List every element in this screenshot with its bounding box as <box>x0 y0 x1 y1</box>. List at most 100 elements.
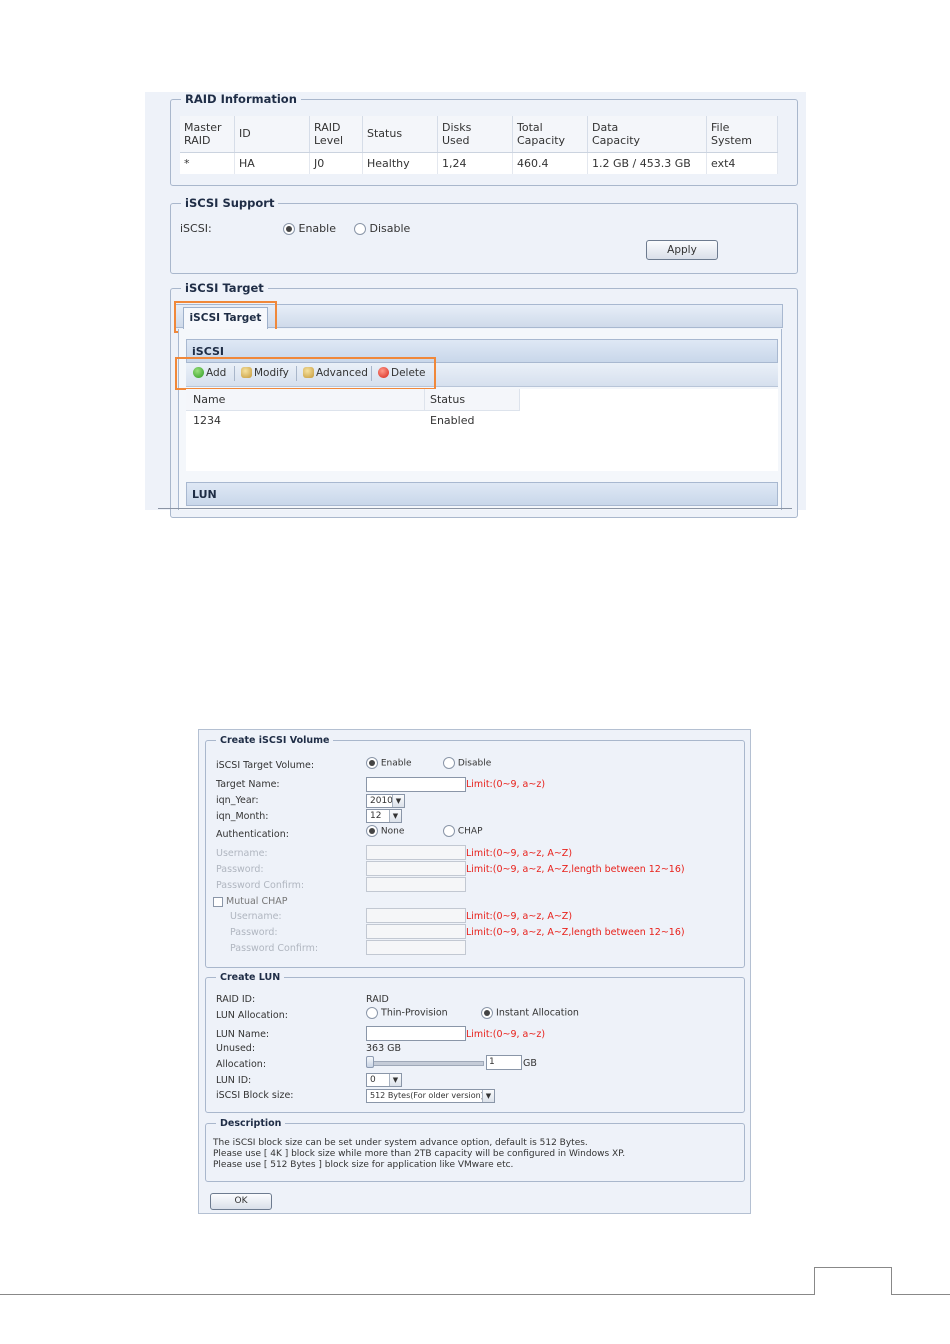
cell-status: Healthy <box>362 152 438 174</box>
mutual-username-limit: Limit:(0~9, a~z, A~Z) <box>466 911 573 922</box>
auth-none-label: None <box>380 826 405 837</box>
auth-none-radio[interactable] <box>366 825 378 837</box>
page-number-box <box>814 1267 892 1295</box>
username-input[interactable] <box>366 845 466 860</box>
iqn-year-value: 2010 <box>370 796 393 806</box>
allocation-unit: GB <box>523 1058 537 1069</box>
instant-allocation-option[interactable]: Instant Allocation <box>481 1007 579 1019</box>
volume-disable-option[interactable]: Disable <box>443 757 491 769</box>
thin-provision-option[interactable]: Thin-Provision <box>366 1007 448 1019</box>
footer-rule <box>891 1294 950 1295</box>
mutual-password-input[interactable] <box>366 924 466 939</box>
col-id: ID <box>234 116 310 153</box>
target-grid-header: Name Status <box>186 389 520 411</box>
toolbar-highlight <box>175 357 436 390</box>
chevron-down-icon: ▼ <box>482 1090 494 1102</box>
lun-name-limit: Limit:(0~9, a~z) <box>466 1029 546 1040</box>
target-grid: Name Status 1234 Enabled <box>186 389 778 471</box>
iscsi-enable-radio[interactable] <box>283 223 295 235</box>
lun-name-input[interactable] <box>366 1026 466 1041</box>
iscsi-enable-option[interactable]: Enable <box>283 222 336 235</box>
allocation-input[interactable]: 1 <box>486 1055 522 1070</box>
thin-provision-label: Thin-Provision <box>381 1007 448 1019</box>
footer-rule <box>0 1294 815 1295</box>
raid-table: Master RAID ID RAID Level Status Disks Used… <box>180 116 778 174</box>
target-status-cell: Enabled <box>430 414 475 427</box>
auth-chap-label: CHAP <box>457 826 483 837</box>
lun-name-label: LUN Name: <box>216 1029 270 1040</box>
mutual-chap-checkbox-row[interactable]: Mutual CHAP <box>213 896 287 907</box>
volume-disable-label: Disable <box>457 758 492 769</box>
screenshot-bottom-border <box>158 508 792 509</box>
lun-id-value: 0 <box>370 1075 376 1085</box>
allocation-slider-handle[interactable] <box>366 1056 374 1068</box>
col-target-status: Status <box>430 393 466 406</box>
auth-none-option[interactable]: None <box>366 825 404 837</box>
col-divider <box>424 389 425 410</box>
iqn-month-label: iqn_Month: <box>216 811 269 822</box>
iqn-month-select[interactable]: 12 ▼ <box>366 809 402 823</box>
target-volume-label: iSCSI Target Volume: <box>216 760 315 771</box>
volume-disable-radio[interactable] <box>443 757 455 769</box>
block-size-select[interactable]: 512 Bytes(For older version) ▼ <box>366 1089 495 1103</box>
raid-id-value: RAID <box>366 994 389 1005</box>
instant-allocation-radio[interactable] <box>481 1007 493 1019</box>
description-line-1: The iSCSI block size can be set under sy… <box>213 1138 588 1148</box>
iscsi-disable-radio[interactable] <box>354 223 366 235</box>
target-name-label: Target Name: <box>216 779 280 790</box>
allocation-slider-track[interactable] <box>369 1061 484 1066</box>
mutual-username-input[interactable] <box>366 908 466 923</box>
create-volume-legend: Create iSCSI Volume <box>220 735 330 746</box>
auth-chap-option[interactable]: CHAP <box>443 825 483 837</box>
password-confirm-input[interactable] <box>366 877 466 892</box>
authentication-label: Authentication: <box>216 829 289 840</box>
lun-panel-header: LUN <box>186 482 778 506</box>
description-line-2: Please use [ 4K ] block size while more … <box>213 1149 626 1159</box>
volume-enable-radio[interactable] <box>366 757 378 769</box>
target-name-input[interactable] <box>366 777 466 792</box>
mutual-chap-checkbox[interactable] <box>213 896 223 907</box>
instant-allocation-label: Instant Allocation <box>496 1007 579 1019</box>
col-status: Status <box>362 116 438 153</box>
col-data-capacity: Data Capacity <box>587 116 707 153</box>
raid-table-row[interactable]: * HA J0 Healthy 1,24 460.4 1.2 GB / 453.… <box>180 152 778 174</box>
ok-button[interactable]: OK <box>210 1193 272 1210</box>
lun-id-select[interactable]: 0 ▼ <box>366 1073 402 1087</box>
block-size-value: 512 Bytes(For older version) <box>370 1091 484 1100</box>
mutual-password-confirm-input[interactable] <box>366 940 466 955</box>
volume-enable-label: Enable <box>380 758 412 769</box>
col-file-system: File System <box>706 116 778 153</box>
iqn-year-select[interactable]: 2010 ▼ <box>366 794 405 808</box>
thin-provision-radio[interactable] <box>366 1007 378 1019</box>
username-label: Username: <box>216 848 268 859</box>
block-size-label: iSCSI Block size: <box>216 1090 294 1101</box>
raid-information-legend: RAID Information <box>185 92 297 106</box>
unused-label: Unused: <box>216 1043 256 1054</box>
raid-table-wrap: Master RAID ID RAID Level Status Disks Used… <box>180 116 778 174</box>
iscsi-target-legend: iSCSI Target <box>185 281 264 295</box>
raid-id-label: RAID ID: <box>216 994 256 1005</box>
table-row[interactable]: 1234 Enabled <box>186 411 520 431</box>
raid-table-header-row: Master RAID ID RAID Level Status Disks Used… <box>180 116 778 153</box>
chevron-down-icon: ▼ <box>392 795 404 807</box>
cell-fs: ext4 <box>706 152 778 174</box>
lun-allocation-label: LUN Allocation: <box>216 1010 288 1021</box>
description-line-3: Please use [ 512 Bytes ] block size for … <box>213 1160 514 1170</box>
create-lun-legend: Create LUN <box>220 972 281 983</box>
iscsi-disable-option[interactable]: Disable <box>354 222 410 235</box>
cell-master: * <box>180 152 235 174</box>
cell-id: HA <box>234 152 310 174</box>
lun-id-label: LUN ID: <box>216 1075 252 1086</box>
mutual-chap-label: Mutual CHAP <box>226 896 288 907</box>
col-master-raid: Master RAID <box>180 116 235 153</box>
volume-enable-option[interactable]: Enable <box>366 757 412 769</box>
col-raid-level: RAID Level <box>309 116 363 153</box>
apply-button[interactable]: Apply <box>646 240 718 260</box>
password-input[interactable] <box>366 861 466 876</box>
unused-value: 363 GB <box>366 1043 402 1054</box>
iscsi-disable-label: Disable <box>369 222 411 235</box>
username-limit: Limit:(0~9, a~z, A~Z) <box>466 848 573 859</box>
password-label: Password: <box>216 864 264 875</box>
auth-chap-radio[interactable] <box>443 825 455 837</box>
allocation-value: 1 <box>489 1057 495 1067</box>
